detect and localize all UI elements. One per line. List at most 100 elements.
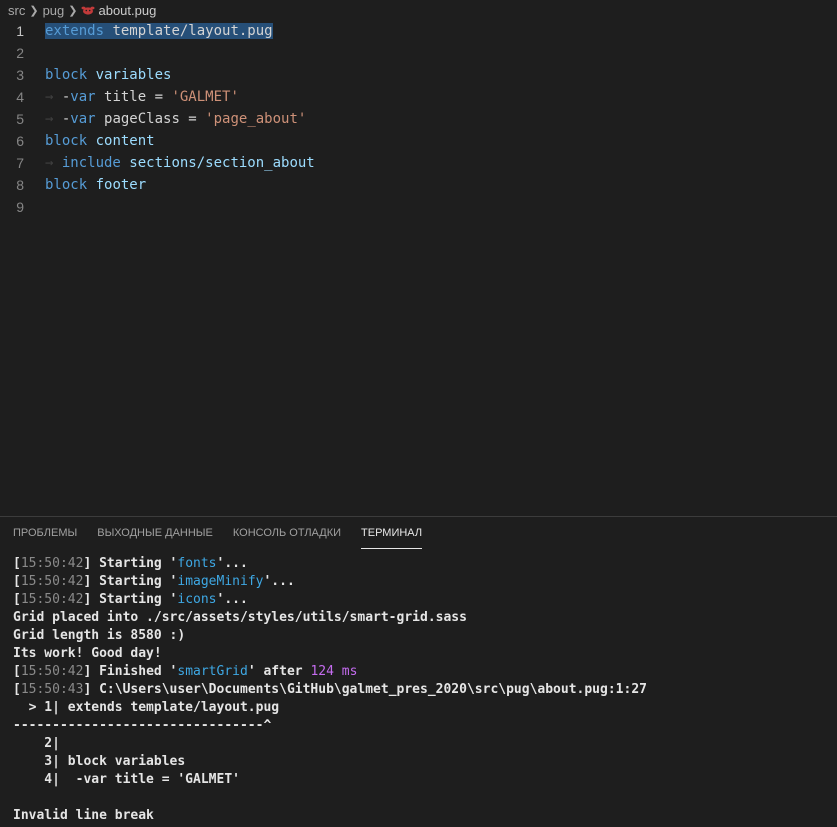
code-line[interactable]: 9 [0,196,837,218]
terminal-line: > 1| extends template/layout.pug [13,699,833,717]
line-number: 8 [16,177,24,193]
terminal-text: [ [13,556,21,571]
line-number: 9 [16,199,24,215]
code-token: sections/section_about [120,155,315,171]
terminal-line: [15:50:42] Starting 'fonts'... [13,555,833,573]
code-line[interactable]: 4 → -var title = 'GALMET' [0,86,837,108]
bottom-panel: ПРОБЛЕМЫ ВЫХОДНЫЕ ДАННЫЕ КОНСОЛЬ ОТЛАДКИ… [0,516,837,827]
line-number: 2 [16,45,24,61]
terminal-line: [15:50:42] Starting 'imageMinify'... [13,573,833,591]
code-line[interactable]: 5 → -var pageClass = 'page_about' [0,108,837,130]
terminal-line: 3| block variables [13,753,833,771]
terminal-text: 15:50:42 [20,664,84,679]
terminal-text: 3| block variables [13,754,186,769]
chevron-right-icon: ❯ [68,4,78,17]
code-text: block content [45,130,155,152]
code-text: → -var title = 'GALMET' [45,86,239,108]
whitespace-arrow-icon: → [45,89,62,105]
terminal-line: Grid length is 8580 :) [13,627,833,645]
code-token: 'GALMET' [171,89,239,105]
code-token: var [70,89,96,105]
terminal-text: Invalid line break [13,808,154,823]
terminal-text: 124 ms [310,664,358,679]
code-token: footer [87,177,147,193]
tab-output[interactable]: ВЫХОДНЫЕ ДАННЫЕ [97,527,213,549]
code-token: content [87,133,155,149]
terminal-text: '... [216,592,248,607]
code-token: include [61,155,121,171]
line-number: 5 [16,111,24,127]
code-text: block variables [45,64,171,86]
code-token: template/layout.pug [104,23,273,39]
code-line[interactable]: 6 block content [0,130,837,152]
line-number: 3 [16,67,24,83]
terminal-line: --------------------------------^ [13,717,833,735]
terminal-text: ] Finished ' [83,664,178,679]
terminal-text: --------------------------------^ [13,718,272,733]
whitespace-arrow-icon: → [45,155,62,171]
terminal-text: ] C:\Users\user\Documents\GitHub\galmet_… [83,682,647,697]
line-number: 6 [16,133,24,149]
terminal-text: smartGrid [177,664,248,679]
code-token: block [45,177,88,193]
chevron-right-icon: ❯ [29,4,39,17]
terminal-line: Invalid line break [13,807,833,825]
terminal-text: 15:50:42 [20,592,84,607]
line-number: 1 [16,23,24,39]
code-token: var [70,111,96,127]
terminal-line: [15:50:43] C:\Users\user\Documents\GitHu… [13,681,833,699]
terminal-text: imageMinify [177,574,264,589]
breadcrumb-item-file[interactable]: about.pug [98,3,156,18]
tab-terminal[interactable]: ТЕРМИНАЛ [361,527,423,549]
terminal-text: 15:50:42 [20,556,84,571]
panel-tabs: ПРОБЛЕМЫ ВЫХОДНЫЕ ДАННЫЕ КОНСОЛЬ ОТЛАДКИ… [13,527,442,549]
terminal-line: [15:50:42] Finished 'smartGrid' after 12… [13,663,833,681]
code-line[interactable]: 3 block variables [0,64,837,86]
line-number: 4 [16,89,24,105]
terminal-text: 2| [13,736,60,751]
terminal-text: fonts [177,556,217,571]
terminal-text: 4| -var title = 'GALMET' [13,772,240,787]
terminal-text: ] Starting ' [83,592,178,607]
code-line[interactable]: 1 extends template/layout.pug [0,20,837,42]
line-number: 7 [16,155,24,171]
code-editor[interactable]: 1 extends template/layout.pug 2 3 block vari… [0,20,837,516]
code-line[interactable]: 8 block footer [0,174,837,196]
terminal-text: ' after [247,664,311,679]
terminal-text: 15:50:42 [20,574,84,589]
code-token: 'page_about' [205,111,307,127]
code-line[interactable]: 7 → include sections/section_about [0,152,837,174]
code-text: → include sections/section_about [45,152,315,174]
terminal-line: [15:50:42] Starting 'icons'... [13,591,833,609]
terminal-text: > 1| extends template/layout.pug [13,700,280,715]
breadcrumb-item-pug[interactable]: pug [43,3,65,18]
terminal-text: Grid length is 8580 :) [13,628,186,643]
code-text: → -var pageClass = 'page_about' [45,108,306,130]
terminal-line: 2| [13,735,833,753]
code-text: extends template/layout.pug [45,20,273,42]
terminal-text: [ [13,592,21,607]
terminal-output[interactable]: [15:50:42] Starting 'fonts'... [15:50:42]… [13,555,833,825]
terminal-text: Its work! Good day! [13,646,162,661]
code-text: block footer [45,174,146,196]
pug-dog-icon [81,5,95,15]
terminal-line: 4| -var title = 'GALMET' [13,771,833,789]
terminal-text: ] Starting ' [83,574,178,589]
terminal-text: icons [177,592,217,607]
breadcrumb: src ❯ pug ❯ about.pug [0,0,837,20]
terminal-text: [ [13,682,21,697]
terminal-line: Its work! Good day! [13,645,833,663]
tab-debug-console[interactable]: КОНСОЛЬ ОТЛАДКИ [233,527,341,549]
terminal-text: '... [263,574,295,589]
code-line[interactable]: 2 [0,42,837,64]
terminal-line: Grid placed into ./src/assets/styles/uti… [13,609,833,627]
code-token: extends [45,23,105,39]
terminal-text: 15:50:43 [20,682,84,697]
terminal-text: [ [13,574,21,589]
code-token: variables [87,67,172,83]
breadcrumb-item-src[interactable]: src [8,3,25,18]
terminal-text: Grid placed into ./src/assets/styles/uti… [13,610,467,625]
tab-problems[interactable]: ПРОБЛЕМЫ [13,527,77,549]
whitespace-arrow-icon: → [45,111,62,127]
